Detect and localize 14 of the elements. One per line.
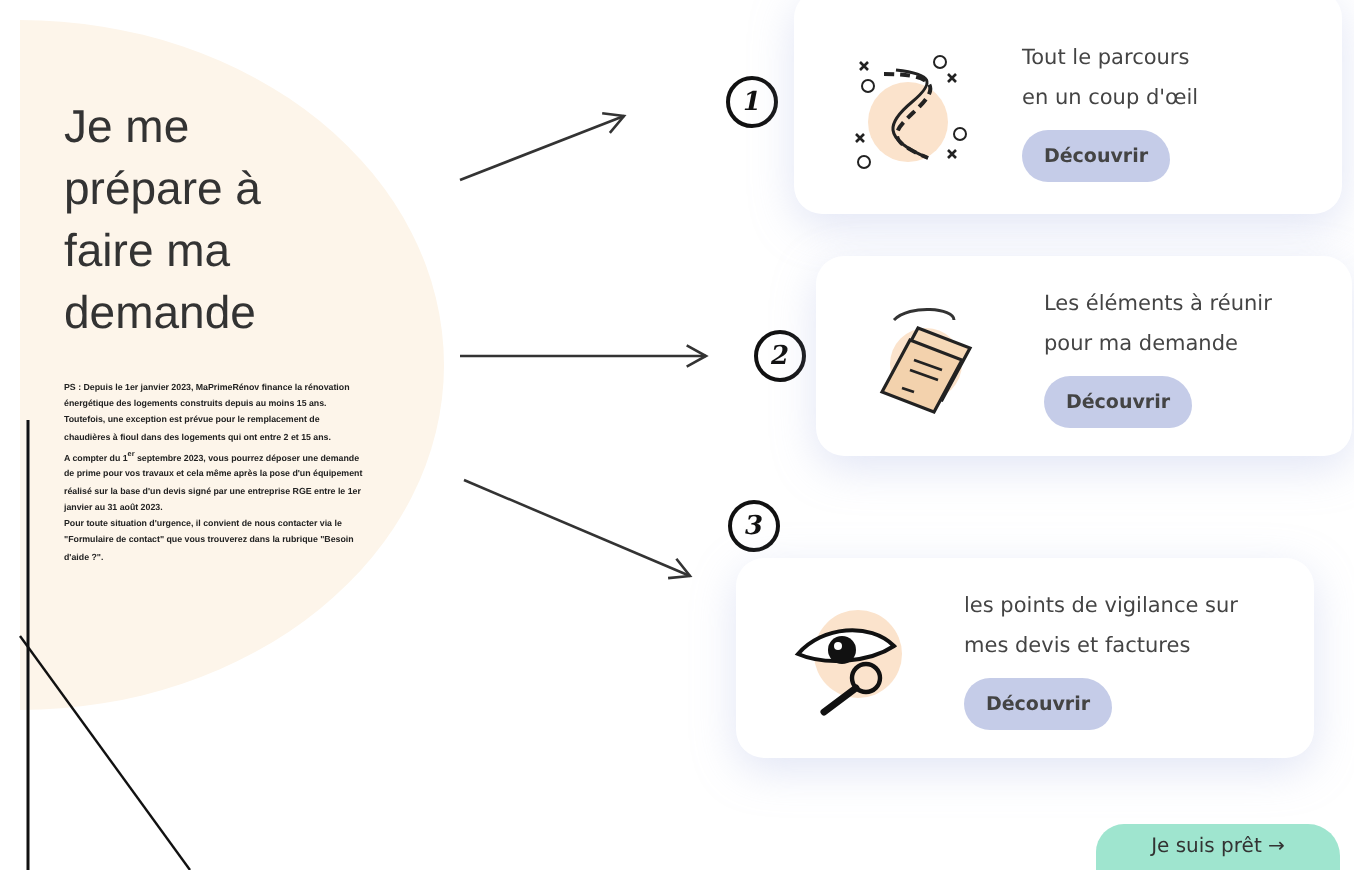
discover-button[interactable]: Découvrir	[1022, 130, 1170, 182]
step-number: 3	[728, 500, 780, 552]
discover-button[interactable]: Découvrir	[1044, 376, 1192, 428]
step-description: mes devis et factures	[964, 632, 1191, 662]
step-description: les points de vigilance sur	[964, 592, 1238, 622]
step-description: Les éléments à réunir	[1044, 290, 1272, 320]
step-number: 1	[726, 76, 778, 128]
step-description: Tout le parcours	[1022, 44, 1190, 74]
step-description: en un coup d'œil	[1022, 84, 1199, 114]
step-number: 2	[754, 330, 806, 382]
ready-button[interactable]: Je suis prêt →	[1096, 824, 1340, 870]
page-title: Je me prépare à faire ma demande	[64, 98, 263, 342]
discover-button[interactable]: Découvrir	[964, 678, 1112, 730]
step-description: pour ma demande	[1044, 330, 1238, 360]
